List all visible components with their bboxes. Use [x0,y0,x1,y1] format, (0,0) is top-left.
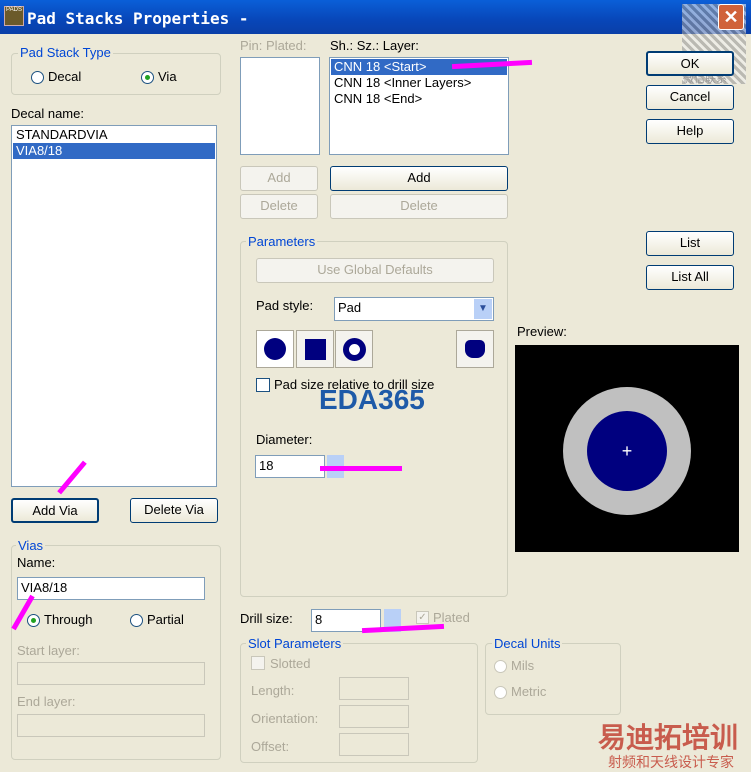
parameters-group [240,241,508,597]
crosshair-icon: + [621,441,633,461]
cancel-button[interactable]: Cancel [646,85,734,110]
pin-plated-header: Pin: Plated: [240,38,307,53]
radio-icon [27,614,40,628]
parameters-label: Parameters [246,234,318,249]
decal-units-label: Decal Units [492,636,563,651]
end-layer-label: End layer: [17,694,76,709]
window-title: Pad Stacks Properties - [27,9,249,28]
radio-partial[interactable]: Partial [130,612,184,628]
slotted-checkbox[interactable] [251,656,265,670]
radio-via[interactable]: Via [141,69,177,85]
layer-list[interactable]: CNN 18 <Start> CNN 18 <Inner Layers> CNN… [329,57,509,155]
preview-canvas: + [515,345,739,552]
orientation-input[interactable] [339,705,409,728]
list-item[interactable]: CNN 18 <End> [331,91,507,107]
relative-checkbox[interactable] [256,378,270,392]
plated-label: Plated [433,610,470,625]
radio-icon [130,614,143,628]
plated-checkbox[interactable]: ✓ [416,611,429,624]
add-pin-button[interactable]: Add [240,166,318,191]
close-button[interactable]: ✕ [718,4,744,30]
offset-label: Offset: [251,739,290,754]
radio-label: Metric [511,684,547,699]
eda365-watermark: EDA365 [319,384,425,415]
start-layer-select[interactable] [17,662,205,685]
list-item[interactable]: VIA8/18 [13,143,215,159]
add-layer-button[interactable]: Add [330,166,508,191]
cn-watermark-sub: 射频和天线设计专家 [608,754,734,770]
length-label: Length: [251,683,295,698]
pad-stack-type-label: Pad Stack Type [18,45,113,60]
vias-label: Vias [16,538,46,553]
radio-label: Decal [48,69,82,84]
odd-shape-pad-button[interactable] [456,330,494,368]
pad-style-label: Pad style: [256,298,314,313]
list-all-button[interactable]: List All [646,265,734,290]
decal-list[interactable]: STANDARDVIA VIA8/18 [11,125,217,487]
help-button[interactable]: Help [646,119,734,144]
radio-metric[interactable]: Metric [494,684,547,700]
pin-list[interactable] [240,57,320,155]
square-pad-icon [304,338,326,360]
start-layer-label: Start layer: [17,643,80,658]
chevron-down-icon[interactable]: ▼ [474,299,492,319]
via-name-input[interactable]: VIA8/18 [17,577,205,600]
decal-name-label: Decal name: [11,106,84,121]
preview-label: Preview: [517,324,567,339]
radio-icon [31,71,44,85]
radio-label: Through [44,612,93,627]
length-input[interactable] [339,677,409,700]
orientation-label: Orientation: [251,711,319,726]
radio-mils[interactable]: Mils [494,658,535,674]
round-pad-icon [264,338,286,360]
radio-label: Partial [147,612,184,627]
radio-icon [494,686,507,700]
radio-icon [494,660,507,674]
delete-pin-button[interactable]: Delete [240,194,318,219]
radio-icon [141,71,154,85]
slotted-label: Slotted [270,656,311,671]
title-bar: Pad Stacks Properties - [0,0,751,34]
list-item[interactable]: CNN 18 <Inner Layers> [331,75,507,91]
use-global-defaults-button[interactable]: Use Global Defaults [256,258,494,283]
annular-pad-button[interactable] [335,330,373,368]
list-button[interactable]: List [646,231,734,256]
radio-decal[interactable]: Decal [31,69,82,85]
annular-pad-icon [342,337,366,361]
radio-label: Mils [511,658,535,673]
radio-label: Via [158,69,177,84]
add-via-button[interactable]: Add Via [11,498,99,523]
ok-button[interactable]: OK [646,51,734,76]
delete-via-button[interactable]: Delete Via [130,498,218,523]
radio-through[interactable]: Through [27,612,93,628]
diameter-input[interactable]: 18 [255,455,325,478]
layer-header: Sh.: Sz.: Layer: [330,38,419,53]
round-pad-button[interactable] [256,330,294,368]
offset-input[interactable] [339,733,409,756]
annotation-arrow [320,466,402,471]
list-item[interactable]: STANDARDVIA [13,127,215,143]
decal-units-group [485,643,621,715]
app-icon: PADS [4,6,24,26]
delete-layer-button[interactable]: Delete [330,194,508,219]
slot-parameters-label: Slot Parameters [246,636,344,651]
cn-watermark: 易迪拓培训 [598,722,739,753]
drill-size-label: Drill size: [240,611,293,626]
diameter-label: Diameter: [256,432,313,447]
end-layer-select[interactable] [17,714,205,737]
odd-shape-pad-icon [465,340,485,358]
pad-style-select[interactable]: Pad ▼ [334,297,494,321]
via-name-label: Name: [17,555,56,570]
square-pad-button[interactable] [296,330,334,368]
pad-style-value: Pad [338,300,362,315]
